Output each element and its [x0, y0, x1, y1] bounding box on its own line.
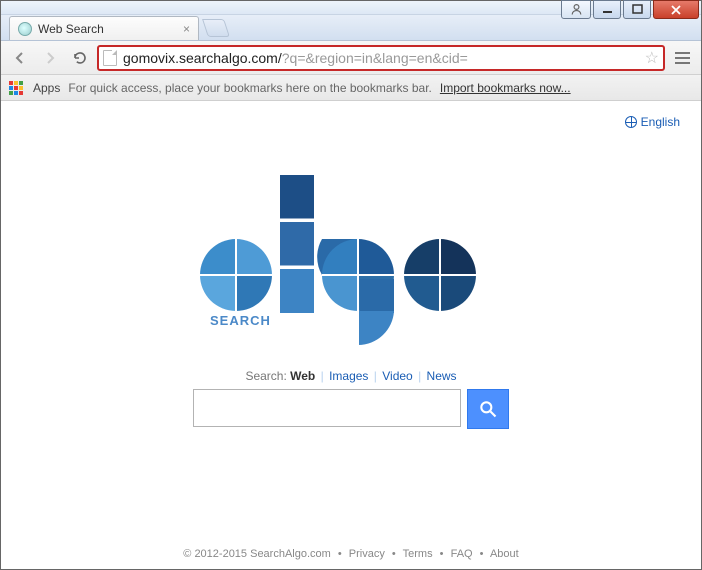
language-selector[interactable]: English: [625, 115, 680, 129]
back-button[interactable]: [7, 45, 33, 71]
browser-tab[interactable]: Web Search ×: [9, 16, 199, 40]
search-tab-news[interactable]: News: [427, 369, 457, 383]
page-icon: [103, 50, 117, 66]
search-icon: [478, 399, 498, 419]
address-bar[interactable]: gomovix.searchalgo.com/?q=&region=in&lan…: [97, 45, 665, 71]
window-titlebar: [1, 1, 701, 15]
browser-toolbar: gomovix.searchalgo.com/?q=&region=in&lan…: [1, 41, 701, 75]
search-category-tabs: Search: Web | Images | Video | News: [245, 369, 456, 383]
globe-favicon-icon: [18, 22, 32, 36]
apps-grid-icon[interactable]: [9, 81, 23, 95]
footer-link-terms[interactable]: Terms: [403, 548, 433, 560]
globe-icon: [625, 116, 637, 128]
search-box: [193, 389, 509, 429]
language-label: English: [641, 115, 680, 129]
footer-link-privacy[interactable]: Privacy: [349, 548, 385, 560]
maximize-button[interactable]: [623, 0, 651, 19]
hamburger-menu-icon[interactable]: [669, 45, 695, 71]
user-switch-button[interactable]: [561, 0, 591, 19]
search-input[interactable]: [193, 389, 461, 427]
search-button[interactable]: [467, 389, 509, 429]
url-query: ?q=&region=in&lang=en&cid=: [282, 50, 468, 66]
minimize-button[interactable]: [593, 0, 621, 19]
bookmarks-hint: For quick access, place your bookmarks h…: [68, 81, 432, 95]
center-column: SEARCH Search: Web | Images | Video | Ne…: [2, 175, 700, 429]
page-content: English: [2, 101, 700, 568]
language-bar: English: [2, 101, 700, 135]
bookmark-star-icon[interactable]: ☆: [645, 48, 659, 68]
tab-close-icon[interactable]: ×: [183, 22, 190, 36]
logo-search-text: SEARCH: [210, 313, 271, 328]
bookmarks-bar: Apps For quick access, place your bookma…: [1, 75, 701, 101]
import-bookmarks-link[interactable]: Import bookmarks now...: [440, 81, 571, 95]
search-tab-images[interactable]: Images: [329, 369, 368, 383]
page-footer: © 2012-2015 SearchAlgo.com • Privacy • T…: [2, 548, 700, 560]
url-domain: gomovix.searchalgo.com/: [123, 50, 282, 66]
forward-button[interactable]: [37, 45, 63, 71]
apps-label[interactable]: Apps: [33, 81, 60, 95]
window-controls: [561, 0, 699, 19]
search-tabs-prefix: Search:: [245, 369, 286, 383]
footer-copyright: © 2012-2015 SearchAlgo.com: [183, 548, 331, 560]
new-tab-button[interactable]: [202, 19, 230, 37]
close-window-button[interactable]: [653, 0, 699, 19]
footer-link-about[interactable]: About: [490, 548, 519, 560]
tab-title: Web Search: [38, 22, 104, 36]
reload-button[interactable]: [67, 45, 93, 71]
search-tab-video[interactable]: Video: [382, 369, 412, 383]
algo-logo: SEARCH: [196, 175, 526, 347]
search-tab-web[interactable]: Web: [290, 369, 315, 383]
footer-link-faq[interactable]: FAQ: [451, 548, 473, 560]
url-text: gomovix.searchalgo.com/?q=&region=in&lan…: [123, 50, 641, 66]
